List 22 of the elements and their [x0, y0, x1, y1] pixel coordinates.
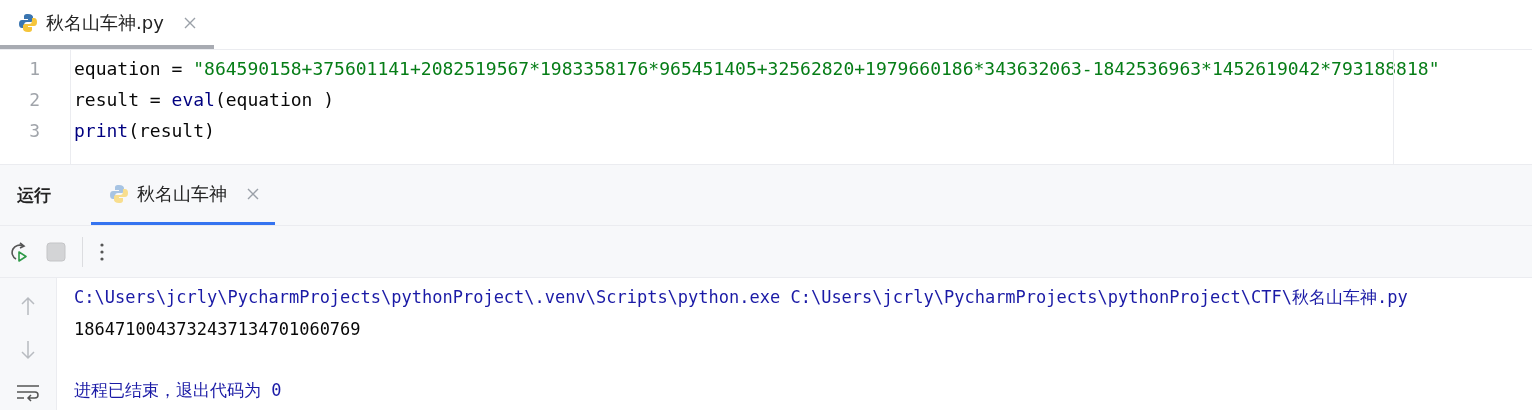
console-line: C:\Users\jcrly\PycharmProjects\pythonProject\.venv\Scripts\python.exe C:\Users\jcrly\PycharmProjects\pythonProject\CTF\秋名山车神.py	[74, 286, 1408, 309]
console-line: 进程已结束，退出代码为 0	[74, 379, 282, 402]
line-number: 3	[29, 120, 40, 141]
down-arrow-icon[interactable]	[20, 340, 36, 360]
code-line: result = eval(equation )	[74, 89, 335, 110]
editor-tab[interactable]: 秋名山车神.py	[0, 0, 214, 49]
code-line: equation = "864590158+375601141+2082519567*1983358176*965451405+32562820+1979660186*343632063-1842536963*1452619042*793188818"	[74, 58, 1440, 79]
soft-wrap-icon[interactable]	[16, 384, 40, 402]
line-number: 2	[29, 89, 40, 110]
rerun-icon[interactable]	[8, 240, 30, 263]
console-line: 1864710043732437134701060769	[74, 318, 361, 339]
panel-title: 运行	[16, 183, 52, 207]
stop-icon[interactable]	[46, 241, 66, 262]
up-arrow-icon[interactable]	[20, 296, 36, 316]
code-line: print(result)	[74, 120, 215, 141]
line-number: 1	[29, 58, 40, 79]
more-icon[interactable]	[99, 241, 105, 262]
run-tab[interactable]: 秋名山车神	[91, 165, 275, 225]
close-icon[interactable]	[247, 187, 259, 200]
close-icon[interactable]	[183, 16, 196, 29]
python-icon	[109, 183, 129, 204]
python-icon	[18, 12, 38, 33]
